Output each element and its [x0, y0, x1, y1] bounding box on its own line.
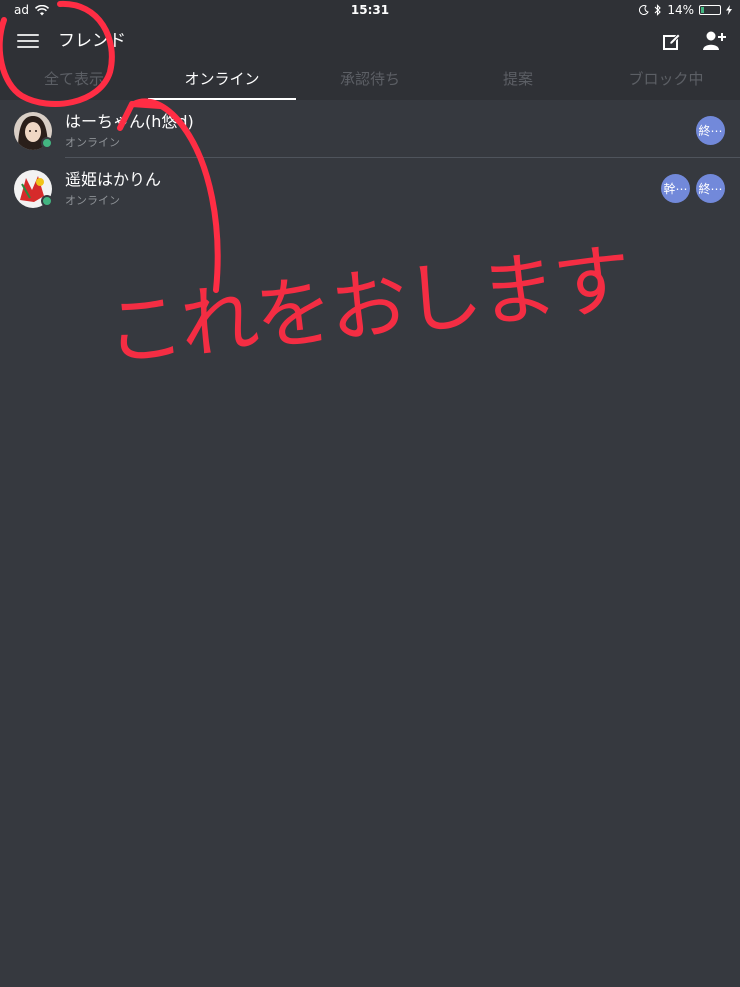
app-header: フレンド 全て表示 オンライン 承認待ち 提案 ブロック中 [0, 22, 740, 100]
battery-icon [699, 5, 721, 15]
battery-percent: 14% [667, 3, 694, 17]
friend-row[interactable]: はーちゃん(h悠d) オンライン 終⋯ [0, 100, 740, 158]
mutual-server-badge[interactable]: 終⋯ [696, 116, 725, 145]
friend-status: オンライン [65, 194, 120, 207]
online-status-dot [41, 195, 53, 207]
tab-suggestions[interactable]: 提案 [444, 68, 592, 89]
charging-icon [726, 5, 732, 15]
menu-bar [17, 40, 39, 42]
add-friend-button[interactable] [702, 30, 726, 52]
hamburger-menu-button[interactable] [17, 34, 39, 50]
friend-name: 遥姫はかりん [65, 170, 162, 189]
friend-tabs: 全て表示 オンライン 承認待ち 提案 ブロック中 [0, 62, 740, 100]
tab-online[interactable]: オンライン [148, 68, 296, 89]
status-bar: ad 15:31 14% [0, 0, 740, 22]
friend-name: はーちゃん(h悠d) [65, 112, 194, 131]
annotation-text: これをおします [101, 234, 634, 380]
tab-pending[interactable]: 承認待ち [296, 68, 444, 89]
mutual-server-badge[interactable]: 終⋯ [696, 174, 725, 203]
online-status-dot [41, 137, 53, 149]
menu-bar [17, 34, 39, 36]
friends-screen: ad 15:31 14% フレンド 全て表示 オンライン 承認待ち 提案 ブロッ… [0, 0, 740, 987]
clock: 15:31 [350, 3, 390, 17]
friend-row[interactable]: 遥姫はかりん オンライン 幹⋯ 終⋯ [0, 158, 740, 216]
compose-dm-button[interactable] [662, 32, 682, 52]
page-title: フレンド [58, 31, 126, 51]
tab-blocked[interactable]: ブロック中 [592, 68, 740, 89]
tab-all[interactable]: 全て表示 [0, 68, 148, 89]
battery-fill [701, 7, 704, 13]
mutual-server-badge[interactable]: 幹⋯ [661, 174, 690, 203]
moon-icon [639, 5, 650, 15]
bluetooth-icon [654, 4, 662, 16]
friend-status: オンライン [65, 136, 120, 149]
menu-bar [17, 46, 39, 48]
